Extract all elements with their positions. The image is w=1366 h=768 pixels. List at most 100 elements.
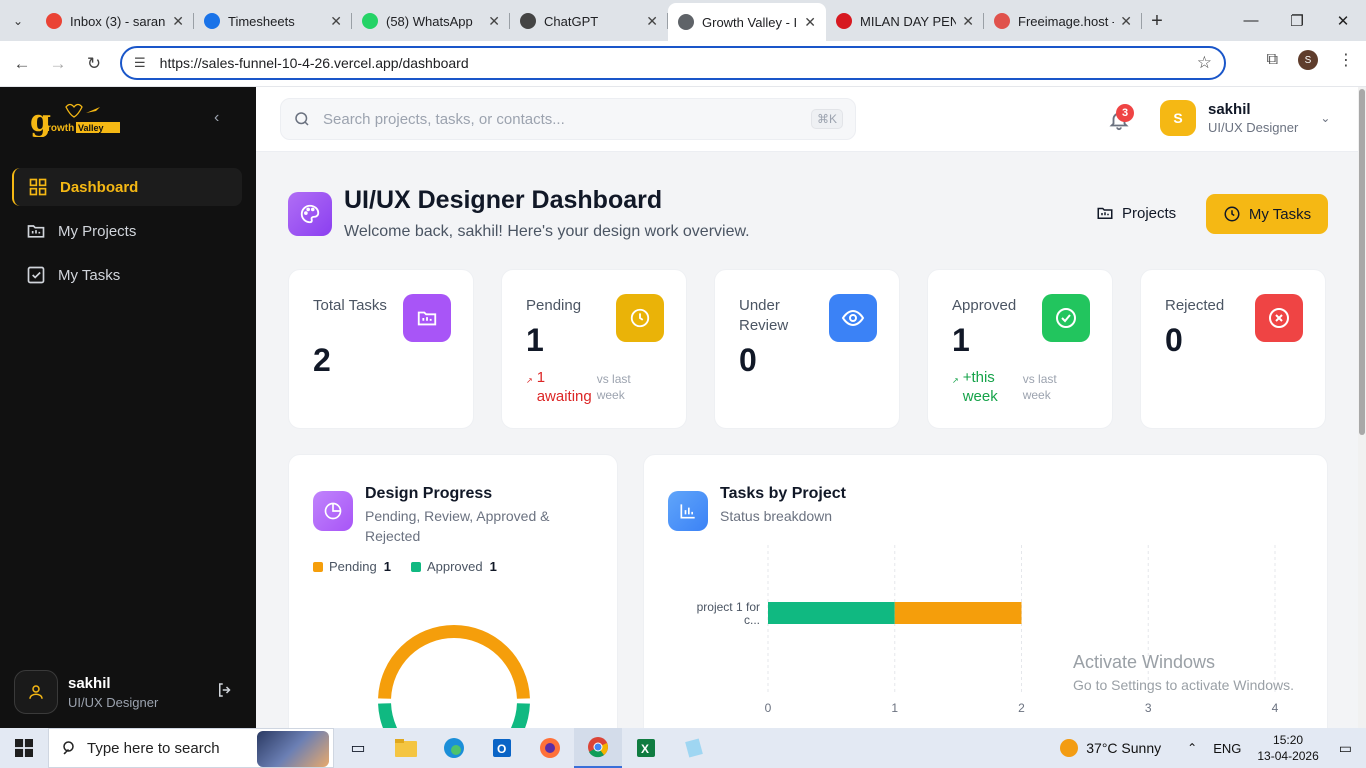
clock-icon	[1224, 206, 1240, 222]
bookmark-star-icon[interactable]: ☆	[1197, 53, 1212, 73]
close-tab-icon[interactable]: ✕	[172, 13, 184, 30]
tasks-by-project-subtitle: Status breakdown	[720, 508, 833, 524]
address-bar-row: ← → ↻ ☰ https://sales-funnel-10-4-26.ver…	[0, 41, 1366, 87]
site-info-icon[interactable]: ☰	[134, 55, 146, 71]
clock-date[interactable]: 13-04-2026	[1257, 748, 1318, 764]
close-tab-icon[interactable]: ✕	[1120, 13, 1132, 30]
stat-card-rejected: Rejected 0	[1140, 269, 1326, 429]
browser-tab-title[interactable]: ChatGPT	[544, 14, 640, 29]
growth-valley-logo[interactable]: g rowth Valley	[30, 101, 122, 139]
windows-start-button[interactable]	[0, 728, 48, 768]
trend-note: vs last week	[596, 372, 631, 402]
avatar[interactable]: S	[1160, 100, 1196, 136]
projects-button[interactable]: Projects	[1096, 198, 1176, 228]
donut-slice-pending[interactable]	[378, 625, 530, 699]
stat-card-pending: Pending 1 ↗ 1 awaiting vs last week	[501, 269, 687, 429]
browser-tab[interactable]: MILAN DAY PEN ✕	[826, 4, 984, 38]
search-placeholder[interactable]: Search projects, tasks, or contacts...	[323, 111, 565, 128]
language-indicator[interactable]: ENG	[1213, 741, 1241, 756]
sidebar-item-my-projects[interactable]: My Projects	[12, 212, 242, 250]
back-button[interactable]: ←	[4, 46, 40, 82]
logout-icon[interactable]	[216, 681, 234, 704]
trend-value: +this week	[962, 369, 998, 405]
browser-tab-title[interactable]: (58) WhatsApp	[386, 14, 482, 29]
firefox-icon[interactable]	[526, 728, 574, 768]
outlook-icon[interactable]: O	[478, 728, 526, 768]
sidebar-item-my-tasks[interactable]: My Tasks	[12, 256, 242, 294]
browser-tab-title[interactable]: Growth Valley - I	[702, 15, 798, 30]
my-tasks-button[interactable]: My Tasks	[1206, 194, 1328, 234]
donut-slice-approved[interactable]	[378, 703, 530, 728]
browser-tab-title[interactable]: Freeimage.host -	[1018, 14, 1114, 29]
sidebar-item-label[interactable]: My Tasks	[58, 267, 120, 284]
sidebar: g rowth Valley ‹ Dashboard My Projects My …	[0, 87, 256, 728]
sidebar-item-label[interactable]: My Projects	[58, 223, 136, 240]
activate-windows-watermark: Activate Windows Go to Settings to activ…	[1073, 652, 1294, 693]
close-tab-icon[interactable]: ✕	[646, 13, 658, 30]
notepad-icon[interactable]	[670, 728, 718, 768]
excel-icon[interactable]: X	[622, 728, 670, 768]
browser-tab[interactable]: Inbox (3) - saran ✕	[36, 4, 194, 38]
menu-kebab-icon[interactable]: ⋮	[1338, 50, 1354, 70]
close-tab-icon[interactable]: ✕	[330, 13, 342, 30]
bar-segment-approved[interactable]	[768, 602, 895, 624]
restore-button[interactable]: ❐	[1274, 0, 1320, 41]
design-progress-subtitle: Pending, Review, Approved & Rejected	[365, 508, 550, 544]
legend-swatch-pending	[313, 561, 323, 572]
trend-arrow-icon: ↗	[952, 376, 959, 385]
chrome-icon[interactable]	[574, 728, 622, 768]
taskbar-search-input[interactable]: Type here to search	[48, 728, 334, 768]
edge-icon[interactable]	[430, 728, 478, 768]
bar-segment-pending[interactable]	[894, 602, 1022, 624]
collapse-sidebar-icon[interactable]: ‹	[214, 109, 219, 127]
browser-tab-title[interactable]: Timesheets	[228, 14, 324, 29]
stat-value: 1	[952, 322, 970, 358]
close-tab-icon[interactable]: ✕	[804, 14, 816, 31]
url-text[interactable]: https://sales-funnel-10-4-26.vercel.app/…	[160, 55, 469, 71]
browser-tab-title[interactable]: Inbox (3) - saran	[70, 14, 166, 29]
browser-tab[interactable]: Growth Valley - I ✕	[668, 3, 826, 41]
stat-value: 0	[739, 342, 757, 378]
tab-search-button[interactable]: ⌄	[0, 0, 36, 41]
watermark-line-2: Go to Settings to activate Windows.	[1073, 677, 1294, 693]
browser-tab[interactable]: (58) WhatsApp ✕	[352, 4, 510, 38]
search-input[interactable]: Search projects, tasks, or contacts... ⌘…	[280, 98, 856, 140]
chevron-down-icon[interactable]: ⌄	[1320, 111, 1330, 125]
url-field[interactable]: ☰ https://sales-funnel-10-4-26.vercel.ap…	[120, 46, 1226, 80]
browser-tab-title[interactable]: MILAN DAY PEN	[860, 14, 956, 29]
x-tick-label: 1	[891, 701, 898, 715]
user-menu[interactable]: S sakhil UI/UX Designer ⌄	[1160, 100, 1330, 136]
taskbar-search-placeholder[interactable]: Type here to search	[87, 740, 220, 757]
close-window-button[interactable]: ✕	[1320, 0, 1366, 41]
my-tasks-button-label[interactable]: My Tasks	[1249, 206, 1311, 223]
weather-sun-icon[interactable]	[1060, 739, 1079, 757]
reload-button[interactable]: ↻	[76, 46, 112, 82]
scrollbar-thumb[interactable]	[1359, 89, 1365, 435]
browser-tab[interactable]: Freeimage.host - ✕	[984, 4, 1142, 38]
tray-overflow-icon[interactable]: ⌃	[1187, 741, 1197, 755]
x-tick-label: 2	[1018, 701, 1025, 715]
page-scrollbar[interactable]	[1358, 87, 1366, 728]
sidebar-item-label[interactable]: Dashboard	[60, 179, 138, 196]
folder-icon	[1097, 207, 1113, 219]
clock-time[interactable]: 15:20	[1257, 732, 1318, 748]
browser-tab[interactable]: Timesheets ✕	[194, 4, 352, 38]
projects-button-label[interactable]: Projects	[1122, 205, 1176, 222]
profile-avatar[interactable]: S	[1298, 50, 1318, 70]
task-view-icon[interactable]: ▭	[334, 728, 382, 768]
close-tab-icon[interactable]: ✕	[962, 13, 974, 30]
search-shortcut: ⌘K	[810, 109, 843, 129]
weather-text[interactable]: 37°C Sunny	[1086, 740, 1161, 756]
notification-center-icon[interactable]: ▭	[1339, 740, 1352, 757]
sidebar-item-dashboard[interactable]: Dashboard	[12, 168, 242, 206]
forward-button[interactable]: →	[40, 46, 76, 82]
clock[interactable]: 15:20 13-04-2026	[1257, 732, 1318, 764]
file-explorer-icon[interactable]	[382, 728, 430, 768]
browser-tab[interactable]: ChatGPT ✕	[510, 4, 668, 38]
extensions-icon[interactable]: ⧉	[1267, 51, 1278, 69]
legend-value-approved: 1	[489, 559, 497, 574]
x-tick-label: 4	[1272, 701, 1279, 715]
minimize-button[interactable]: —	[1228, 0, 1274, 41]
close-tab-icon[interactable]: ✕	[488, 13, 500, 30]
new-tab-button[interactable]: +	[1142, 4, 1172, 38]
